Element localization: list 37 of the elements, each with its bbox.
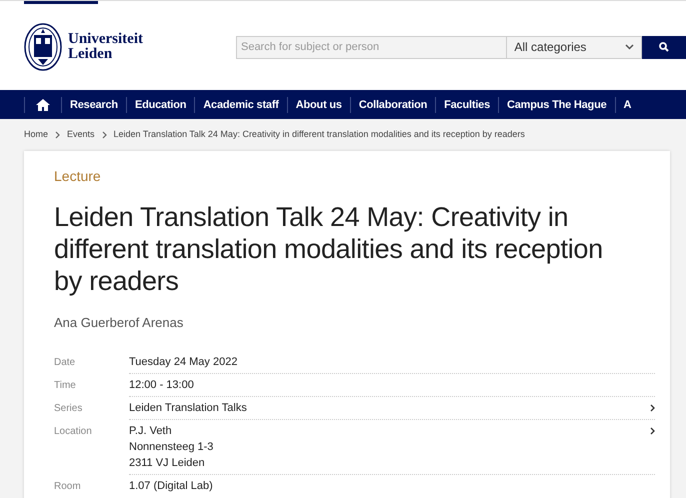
breadcrumb-link[interactable]: Home	[24, 128, 48, 142]
detail-label: Room	[54, 480, 82, 494]
speaker-name: Ana Guerberof Arenas	[54, 314, 184, 332]
university-seal-logo	[24, 23, 62, 71]
detail-label: Date	[54, 356, 76, 370]
breadcrumb-link[interactable]: Events	[67, 128, 95, 142]
nav-link[interactable]: Research	[61, 96, 126, 112]
nav-link[interactable]: A	[614, 96, 640, 112]
detail-link[interactable]: P.J. Veth	[129, 422, 214, 438]
detail-link[interactable]: Leiden Translation Talks	[129, 400, 247, 416]
logo-text: Leiden	[68, 47, 114, 62]
nav-link[interactable]: Education	[126, 96, 194, 112]
detail-value: 1.07 (Digital Lab)	[129, 478, 213, 494]
detail-label: Series	[54, 402, 84, 416]
nav-link[interactable]: Academic staff	[194, 96, 287, 112]
detail-label: Location	[54, 424, 93, 438]
search-icon	[659, 42, 670, 52]
detail-label: Time	[54, 378, 77, 392]
chevron-right-icon	[102, 131, 107, 139]
nav-link[interactable]: Collaboration	[350, 96, 436, 112]
search-field[interactable]: Search for subject or person	[236, 36, 508, 58]
event-type: Lecture	[54, 167, 102, 186]
detail-link[interactable]: 2311 VJ Leiden	[129, 454, 214, 470]
detail-value: Tuesday 24 May 2022	[129, 354, 238, 370]
nav-link[interactable]: Campus The Hague	[498, 96, 615, 112]
search-button[interactable]	[642, 36, 686, 58]
event-title: Leiden Translation Talk 24 May: Creativity in different translation modalities and its reception by readers	[54, 201, 604, 297]
home-icon	[36, 98, 50, 110]
nav-link[interactable]: About us	[286, 96, 350, 112]
breadcrumb-link[interactable]: Leiden Translation Talk 24 May: Creativity in different translation modalities and its reception by readers	[114, 128, 525, 142]
chevron-down-icon	[625, 44, 634, 50]
category-select[interactable]: All categories	[507, 36, 642, 58]
detail-value: 12:00 - 13:00	[129, 378, 194, 392]
nav-link[interactable]: Faculties	[435, 96, 498, 112]
logo-text: Universiteit	[68, 32, 143, 47]
detail-link[interactable]: Nonnensteeg 1-3	[129, 438, 214, 454]
chevron-right-icon	[55, 131, 60, 139]
